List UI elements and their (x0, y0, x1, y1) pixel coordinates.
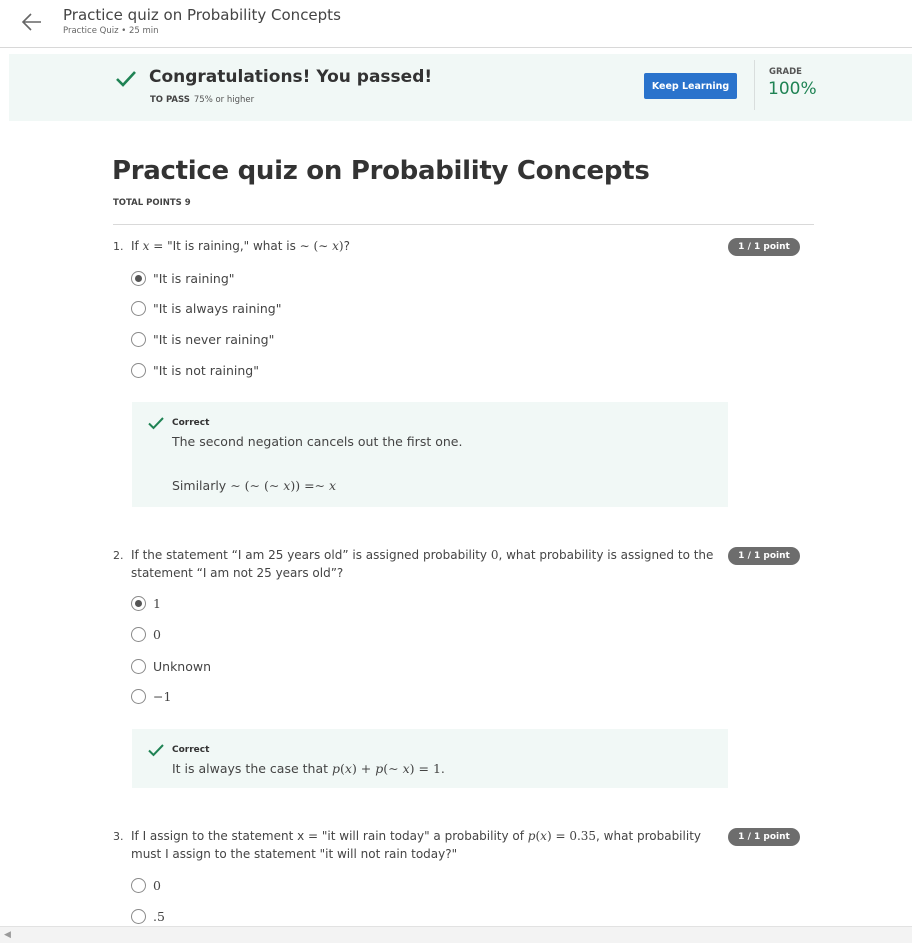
feedback-label: Correct (172, 745, 210, 755)
result-banner: Congratulations! You passed! TO PASS 75% … (9, 54, 912, 121)
option-label: Unknown (153, 658, 212, 674)
quiz-title: Practice quiz on Probability Concepts (112, 156, 650, 186)
feedback-prefix: Similarly (172, 478, 231, 493)
option-label: .5 (153, 908, 165, 924)
divider (754, 60, 755, 110)
feedback-math: Similarly ∼ (∼ (∼ x)) =∼ x (172, 478, 337, 493)
answer-option[interactable]: −1 (131, 686, 171, 706)
check-icon (116, 71, 136, 87)
grade-value: 100% (768, 79, 817, 99)
feedback-box: Correct It is always the case that p(x) … (132, 729, 728, 788)
points-badge: 1 / 1 point (728, 238, 800, 256)
feedback-text: The second negation cancels out the firs… (172, 434, 463, 449)
option-label: 0 (153, 626, 161, 642)
divider (113, 224, 814, 225)
radio-button[interactable] (131, 877, 146, 893)
top-bar: Practice quiz on Probability Concepts Pr… (0, 0, 912, 48)
answer-option[interactable]: .5 (131, 906, 165, 926)
keep-learning-button[interactable]: Keep Learning (644, 73, 737, 99)
question-text: If x = "It is raining," what is ∼ (∼ x)? (131, 239, 350, 253)
radio-button[interactable] (131, 688, 146, 704)
feedback-label: Correct (172, 418, 210, 428)
feedback-prefix: It is always the case that (172, 761, 332, 776)
answer-option[interactable]: Unknown (131, 656, 211, 676)
horizontal-scrollbar[interactable]: ◀ (0, 926, 912, 943)
header-title: Practice quiz on Probability Concepts (63, 6, 341, 24)
answer-option[interactable]: "It is not raining" (131, 360, 259, 380)
answer-option[interactable]: 0 (131, 875, 161, 895)
to-pass-label: TO PASS (150, 95, 190, 105)
option-label: "It is raining" (153, 270, 235, 286)
points-badge: 1 / 1 point (728, 828, 800, 846)
grade-label: GRADE (769, 67, 802, 77)
check-icon (148, 744, 164, 757)
to-pass-value: 75% or higher (193, 95, 255, 105)
feedback-box: Correct The second negation cancels out … (132, 402, 728, 507)
radio-button-selected[interactable] (131, 270, 146, 286)
feedback-text: It is always the case that p(x) + p(∼ x)… (172, 761, 445, 776)
option-label: "It is not raining" (153, 362, 259, 378)
header-subtitle: Practice Quiz • 25 min (63, 26, 159, 36)
to-pass-info: TO PASS 75% or higher (150, 95, 254, 105)
radio-button[interactable] (131, 626, 146, 642)
answer-option[interactable]: "It is raining" (131, 268, 235, 288)
option-label: "It is always raining" (153, 300, 282, 316)
points-badge: 1 / 1 point (728, 547, 800, 565)
question-number: 1. (113, 240, 124, 253)
total-points: TOTAL POINTS 9 (113, 198, 191, 208)
answer-option[interactable]: "It is always raining" (131, 298, 281, 318)
answer-option[interactable]: 0 (131, 624, 161, 644)
option-label: −1 (153, 688, 172, 704)
radio-button[interactable] (131, 908, 146, 924)
radio-button-selected[interactable] (131, 595, 146, 611)
radio-button[interactable] (131, 658, 146, 674)
answer-option[interactable]: 1 (131, 593, 161, 613)
question-text: If the statement “I am 25 years old” is … (131, 548, 714, 580)
option-label: 0 (153, 877, 161, 893)
back-arrow-icon[interactable] (20, 10, 44, 34)
option-label: "It is never raining" (153, 331, 275, 347)
question-text: If I assign to the statement x = "it wil… (131, 829, 701, 861)
passed-message: Congratulations! You passed! (149, 67, 433, 87)
answer-option[interactable]: "It is never raining" (131, 329, 274, 349)
radio-button[interactable] (131, 300, 146, 316)
scroll-left-arrow-icon[interactable]: ◀ (4, 930, 11, 940)
question-number: 3. (113, 830, 124, 843)
radio-button[interactable] (131, 362, 146, 378)
check-icon (148, 417, 164, 430)
radio-button[interactable] (131, 331, 146, 347)
option-label: 1 (153, 595, 161, 611)
question-number: 2. (113, 549, 124, 562)
